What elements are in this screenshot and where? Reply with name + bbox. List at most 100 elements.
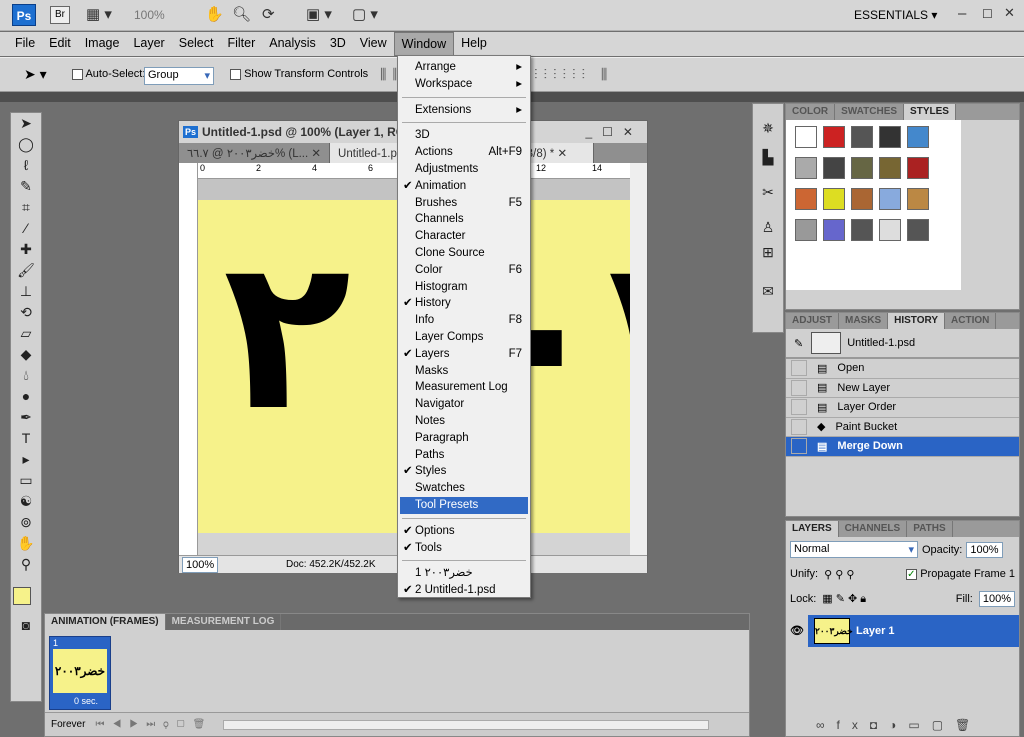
navigator-icon[interactable]: ✵ bbox=[753, 118, 783, 139]
playback-buttons[interactable]: ⏮◀▶⏭⚲▢🗑︎ bbox=[95, 719, 213, 730]
menu-item-3d[interactable]: 3D bbox=[400, 127, 528, 144]
tab-history[interactable]: HISTORY bbox=[888, 313, 946, 329]
marquee-tool-icon[interactable]: ◯ bbox=[11, 134, 41, 155]
history-step[interactable]: ▤ Open bbox=[786, 359, 1019, 379]
menu-select[interactable]: Select bbox=[172, 32, 221, 56]
style-swatch[interactable] bbox=[907, 157, 929, 179]
menu-file[interactable]: File bbox=[8, 32, 42, 56]
zoom-level-dropdown[interactable]: 100% bbox=[134, 8, 165, 22]
tab-swatches[interactable]: SWATCHES bbox=[835, 104, 905, 120]
menu-item-arrange[interactable]: Arrange ▸ bbox=[400, 59, 528, 76]
foreground-color[interactable] bbox=[13, 587, 31, 605]
menu-item-clone-source[interactable]: Clone Source bbox=[400, 245, 528, 262]
opacity-field[interactable]: 100% bbox=[966, 541, 1003, 558]
menu-item-navigator[interactable]: Navigator bbox=[400, 396, 528, 413]
rotate-view-icon[interactable]: ⟳ bbox=[262, 5, 275, 23]
tab-khadr-document[interactable]: خضر٢٠٠٣ @ ٦٦.٧% (L... ✕ bbox=[179, 143, 331, 163]
menu-item-info[interactable]: Info F8 bbox=[400, 312, 528, 329]
menu-item-color[interactable]: Color F6 bbox=[400, 262, 528, 279]
style-swatch[interactable] bbox=[823, 157, 845, 179]
menu-item-options[interactable]: ✔ Options bbox=[400, 523, 528, 540]
history-source-box[interactable] bbox=[791, 399, 807, 416]
animation-frame[interactable]: 1 خضر٢٠٠٣ 0 sec. bbox=[49, 636, 111, 710]
history-step[interactable]: ▤ Layer Order bbox=[786, 398, 1019, 418]
history-source-box[interactable] bbox=[791, 360, 807, 377]
history-step[interactable]: ▤ New Layer bbox=[786, 379, 1019, 398]
crop-tool-icon[interactable]: ⌗ bbox=[11, 197, 41, 218]
menu-window[interactable]: Window bbox=[393, 32, 455, 56]
menu-item-measurement-log[interactable]: Measurement Log bbox=[400, 379, 528, 396]
lock-icons[interactable]: ▦ ✎ ✥ 🔒︎ bbox=[822, 592, 866, 606]
menu-item-animation[interactable]: ✔ Animation bbox=[400, 178, 528, 195]
tool-presets-icon[interactable]: ✂ bbox=[753, 182, 783, 203]
paint-bucket-tool-icon[interactable]: ◆ bbox=[11, 344, 41, 365]
tab-adjustments[interactable]: ADJUST bbox=[786, 313, 840, 329]
history-source-box[interactable] bbox=[791, 379, 807, 396]
tab-channels[interactable]: CHANNELS bbox=[839, 521, 908, 537]
tab-color[interactable]: COLOR bbox=[786, 104, 836, 120]
style-swatch[interactable] bbox=[795, 188, 817, 210]
screen-mode-icon[interactable]: ▢ ▾ bbox=[352, 5, 378, 23]
tab-paths[interactable]: PATHS bbox=[907, 521, 953, 537]
3d-rotate-tool-icon[interactable]: ☯ bbox=[11, 491, 41, 512]
zoom-tool-icon[interactable]: ⚲ bbox=[11, 554, 41, 575]
menu-3d[interactable]: 3D bbox=[323, 32, 353, 56]
shape-tool-icon[interactable]: ▭ bbox=[11, 470, 41, 491]
menu-item-brushes[interactable]: Brushes F5 bbox=[400, 195, 528, 212]
view-extras-icon[interactable]: ▦ ▾ bbox=[86, 5, 112, 23]
tab-animation-frames[interactable]: ANIMATION (FRAMES) bbox=[45, 614, 166, 630]
minimize-icon[interactable]: – bbox=[958, 5, 966, 22]
hand-tool-icon[interactable]: ✋ bbox=[11, 533, 41, 554]
blur-tool-icon[interactable]: 💧︎ bbox=[11, 365, 41, 386]
3d-orbit-tool-icon[interactable]: ⊚ bbox=[11, 512, 41, 533]
menu-item-extensions[interactable]: Extensions ▸ bbox=[400, 102, 528, 119]
menu-item-layers[interactable]: ✔ Layers F7 bbox=[400, 346, 528, 363]
show-transform-checkbox[interactable]: Show Transform Controls bbox=[230, 68, 368, 80]
arrange-documents-icon[interactable]: ▣ ▾ bbox=[306, 5, 332, 23]
menu-item-tools[interactable]: ✔ Tools bbox=[400, 540, 528, 557]
menu-item-history[interactable]: ✔ History bbox=[400, 295, 528, 312]
path-selection-tool-icon[interactable]: ▸ bbox=[11, 449, 41, 470]
lasso-tool-icon[interactable]: ℓ bbox=[11, 155, 41, 176]
style-swatch[interactable] bbox=[823, 219, 845, 241]
menu-image[interactable]: Image bbox=[78, 32, 127, 56]
healing-brush-tool-icon[interactable]: ✚ bbox=[11, 239, 41, 260]
style-swatch[interactable] bbox=[879, 157, 901, 179]
move-tool-preset-icon[interactable]: ➤ ▾ bbox=[24, 66, 47, 83]
hand-tool-icon[interactable]: ✋ bbox=[205, 5, 224, 23]
style-swatch[interactable] bbox=[879, 126, 901, 148]
menu-item-2-untitled-1-psd[interactable]: ✔ 2 Untitled-1.psd bbox=[400, 582, 528, 599]
style-swatch[interactable] bbox=[851, 188, 873, 210]
style-swatch[interactable] bbox=[907, 219, 929, 241]
unify-icons[interactable]: ⚲ ⚲ ⚲ bbox=[824, 568, 854, 581]
tab-masks[interactable]: MASKS bbox=[839, 313, 889, 329]
auto-select-checkbox[interactable]: Auto-Select: bbox=[72, 68, 145, 80]
layer-row[interactable]: 👁︎ خضر٢٠٠٣ Layer 1 bbox=[786, 615, 1019, 647]
history-snapshot[interactable]: ✎ Untitled-1.psd bbox=[786, 329, 1019, 359]
clone-stamp-tool-icon[interactable]: ⊥ bbox=[11, 281, 41, 302]
menu-edit[interactable]: Edit bbox=[42, 32, 78, 56]
tab-layers[interactable]: LAYERS bbox=[786, 521, 839, 537]
eraser-tool-icon[interactable]: ▱ bbox=[11, 323, 41, 344]
window-controls[interactable]: _☐✕ bbox=[586, 125, 648, 139]
menu-analysis[interactable]: Analysis bbox=[262, 32, 323, 56]
dodge-tool-icon[interactable]: ● bbox=[11, 386, 41, 407]
menu-item-swatches[interactable]: Swatches bbox=[400, 480, 528, 497]
menu-item-masks[interactable]: Masks bbox=[400, 363, 528, 380]
menu-item-tool-presets[interactable]: Tool Presets bbox=[400, 496, 528, 514]
menu-item-channels[interactable]: Channels bbox=[400, 211, 528, 228]
style-swatch[interactable] bbox=[879, 219, 901, 241]
menu-item-adjustments[interactable]: Adjustments bbox=[400, 161, 528, 178]
propagate-frame-checkbox[interactable]: ✓ Propagate Frame 1 bbox=[906, 568, 1015, 581]
history-step[interactable]: ◆ Paint Bucket bbox=[786, 418, 1019, 437]
menu-item-styles[interactable]: ✔ Styles bbox=[400, 463, 528, 480]
actions-icon[interactable]: ⊞ bbox=[753, 242, 783, 263]
history-brush-tool-icon[interactable]: ⟲ bbox=[11, 302, 41, 323]
menu-help[interactable]: Help bbox=[454, 32, 494, 56]
menu-item-layer-comps[interactable]: Layer Comps bbox=[400, 329, 528, 346]
move-tool-icon[interactable]: ➤ bbox=[11, 113, 41, 134]
color-swatches[interactable] bbox=[11, 575, 41, 615]
workspace-switcher[interactable]: ESSENTIALS ▾ bbox=[854, 8, 937, 22]
quick-mask-icon[interactable]: ◙ bbox=[11, 615, 41, 636]
frame-delay[interactable]: 0 sec. bbox=[74, 696, 98, 706]
